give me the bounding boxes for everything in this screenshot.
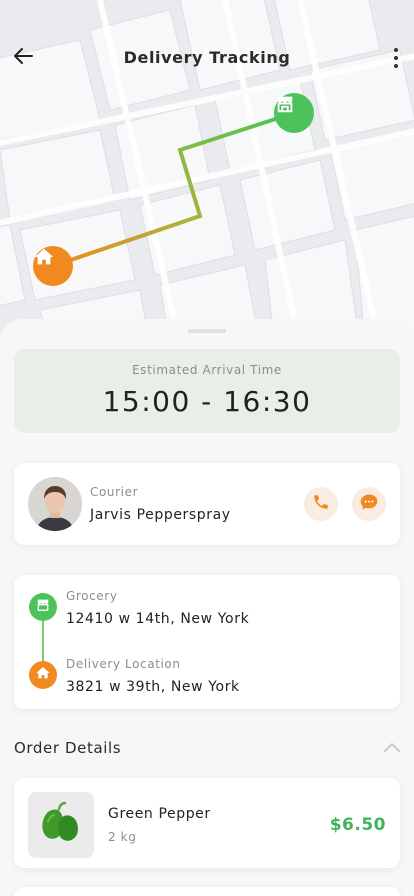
dot (394, 48, 398, 52)
courier-card: Courier Jarvis Pepperspray (14, 463, 400, 545)
grocery-pin (29, 593, 57, 621)
eta-panel: Estimated Arrival Time 15:00 - 16:30 (14, 349, 400, 433)
route-card: Grocery 12410 w 14th, New York Delivery … (14, 575, 400, 709)
courier-name: Jarvis Pepperspray (90, 507, 231, 523)
tracking-sheet[interactable]: Estimated Arrival Time 15:00 - 16:30 Cou… (0, 319, 414, 896)
home-icon (35, 665, 51, 685)
chat-courier-button[interactable] (352, 487, 386, 521)
delivery-pin (29, 661, 57, 689)
top-bar: Delivery Tracking (0, 0, 414, 116)
dot (394, 56, 398, 60)
eta-label: Estimated Arrival Time (132, 363, 282, 377)
eta-time: 15:00 - 16:30 (102, 385, 312, 418)
avatar (28, 477, 82, 531)
product-image (28, 792, 94, 858)
sheet-drag-handle[interactable] (188, 329, 226, 333)
dot (394, 64, 398, 68)
courier-role-label: Courier (90, 485, 139, 499)
destination-address: 3821 w 39th, New York (66, 679, 240, 695)
home-marker[interactable] (33, 246, 73, 286)
order-item[interactable]: Green Pepper 2 kg $6.50 (14, 778, 400, 868)
product-price: $6.50 (329, 815, 386, 835)
order-item[interactable] (14, 887, 400, 896)
call-courier-button[interactable] (304, 487, 338, 521)
collapse-order-button[interactable] (382, 739, 402, 755)
order-details-title: Order Details (14, 739, 122, 757)
page-title: Delivery Tracking (123, 48, 291, 67)
chat-icon (359, 492, 379, 516)
origin-label: Grocery (66, 589, 118, 603)
route-connector (42, 617, 44, 663)
destination-label: Delivery Location (66, 657, 181, 671)
product-name: Green Pepper (108, 806, 211, 822)
store-icon (35, 597, 51, 617)
phone-icon (312, 493, 330, 515)
product-quantity: 2 kg (108, 830, 137, 844)
chevron-up-icon (383, 738, 401, 757)
more-options-button[interactable] (386, 42, 406, 74)
origin-address: 12410 w 14th, New York (66, 611, 250, 627)
